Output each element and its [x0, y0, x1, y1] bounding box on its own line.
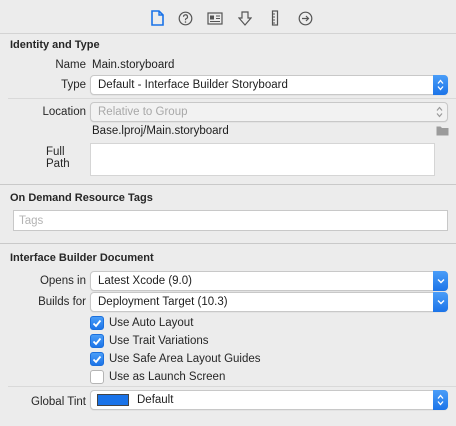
global-tint-value: Default	[137, 394, 174, 406]
popup-arrows-icon	[432, 103, 446, 121]
identity-section-title: Identity and Type	[10, 39, 100, 51]
connections-inspector-icon[interactable]	[296, 10, 314, 26]
divider	[8, 386, 456, 387]
inspector-toolbar	[0, 0, 456, 34]
opens-in-label: Opens in	[39, 275, 86, 287]
attributes-inspector-icon[interactable]	[236, 10, 254, 26]
full-path-field[interactable]	[90, 143, 435, 176]
checkbox-checked-icon[interactable]	[90, 352, 104, 366]
auto-layout-label: Use Auto Layout	[109, 317, 194, 329]
global-tint-popup[interactable]: Default	[90, 390, 448, 410]
quick-help-icon[interactable]	[176, 10, 194, 26]
chevron-down-icon	[433, 292, 448, 312]
popup-arrows-icon	[433, 75, 448, 95]
section-divider	[0, 243, 456, 244]
tint-color-swatch	[97, 394, 129, 406]
builds-for-value: Deployment Target (10.3)	[98, 296, 228, 308]
launch-screen-checkbox-row[interactable]: Use as Launch Screen	[90, 370, 225, 384]
size-inspector-icon[interactable]	[266, 10, 284, 26]
name-label: Name	[55, 59, 86, 71]
type-popup[interactable]: Default - Interface Builder Storyboard	[90, 75, 448, 95]
full-path-label: Full Path	[46, 146, 70, 170]
relative-path-value: Base.lproj/Main.storyboard	[92, 125, 229, 137]
builds-for-label: Builds for	[38, 296, 86, 308]
safe-area-checkbox-row[interactable]: Use Safe Area Layout Guides	[90, 352, 261, 366]
ib-document-section-title: Interface Builder Document	[10, 252, 154, 264]
checkbox-checked-icon[interactable]	[90, 316, 104, 330]
location-popup-value: Relative to Group	[98, 106, 188, 118]
type-label: Type	[61, 79, 86, 91]
location-popup[interactable]: Relative to Group	[90, 102, 448, 122]
location-label: Location	[42, 106, 86, 118]
section-divider	[0, 184, 456, 185]
opens-in-popup[interactable]: Latest Xcode (9.0)	[90, 271, 448, 291]
launch-screen-label: Use as Launch Screen	[109, 371, 226, 383]
chevron-down-icon	[433, 271, 448, 291]
tags-input[interactable]: Tags	[13, 210, 448, 231]
name-value[interactable]: Main.storyboard	[92, 59, 174, 71]
identity-inspector-icon[interactable]	[206, 10, 224, 26]
tags-placeholder: Tags	[19, 214, 44, 227]
checkbox-checked-icon[interactable]	[90, 334, 104, 348]
file-inspector-icon[interactable]	[148, 10, 166, 26]
trait-variations-label: Use Trait Variations	[109, 335, 209, 347]
builds-for-popup[interactable]: Deployment Target (10.3)	[90, 292, 448, 312]
opens-in-value: Latest Xcode (9.0)	[98, 275, 192, 287]
trait-variations-checkbox-row[interactable]: Use Trait Variations	[90, 334, 209, 348]
folder-icon[interactable]	[436, 125, 449, 139]
global-tint-label: Global Tint	[31, 396, 86, 408]
divider	[8, 98, 456, 99]
auto-layout-checkbox-row[interactable]: Use Auto Layout	[90, 316, 193, 330]
safe-area-label: Use Safe Area Layout Guides	[109, 353, 261, 365]
popup-arrows-icon	[433, 390, 448, 410]
type-popup-value: Default - Interface Builder Storyboard	[98, 79, 288, 91]
tags-section-title: On Demand Resource Tags	[10, 192, 153, 204]
checkbox-unchecked-icon[interactable]	[90, 370, 104, 384]
